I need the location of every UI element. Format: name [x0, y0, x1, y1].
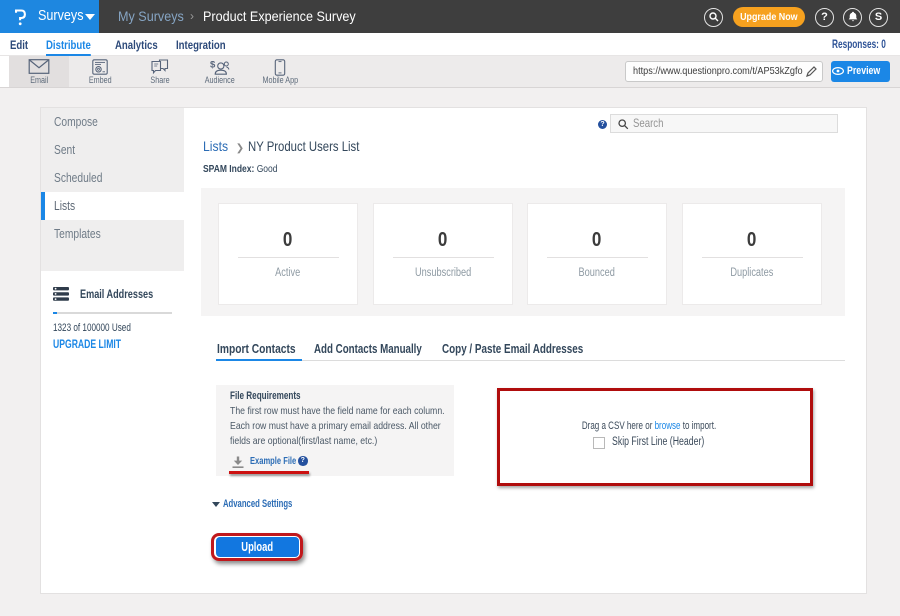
svg-text:$: $ — [210, 59, 216, 70]
